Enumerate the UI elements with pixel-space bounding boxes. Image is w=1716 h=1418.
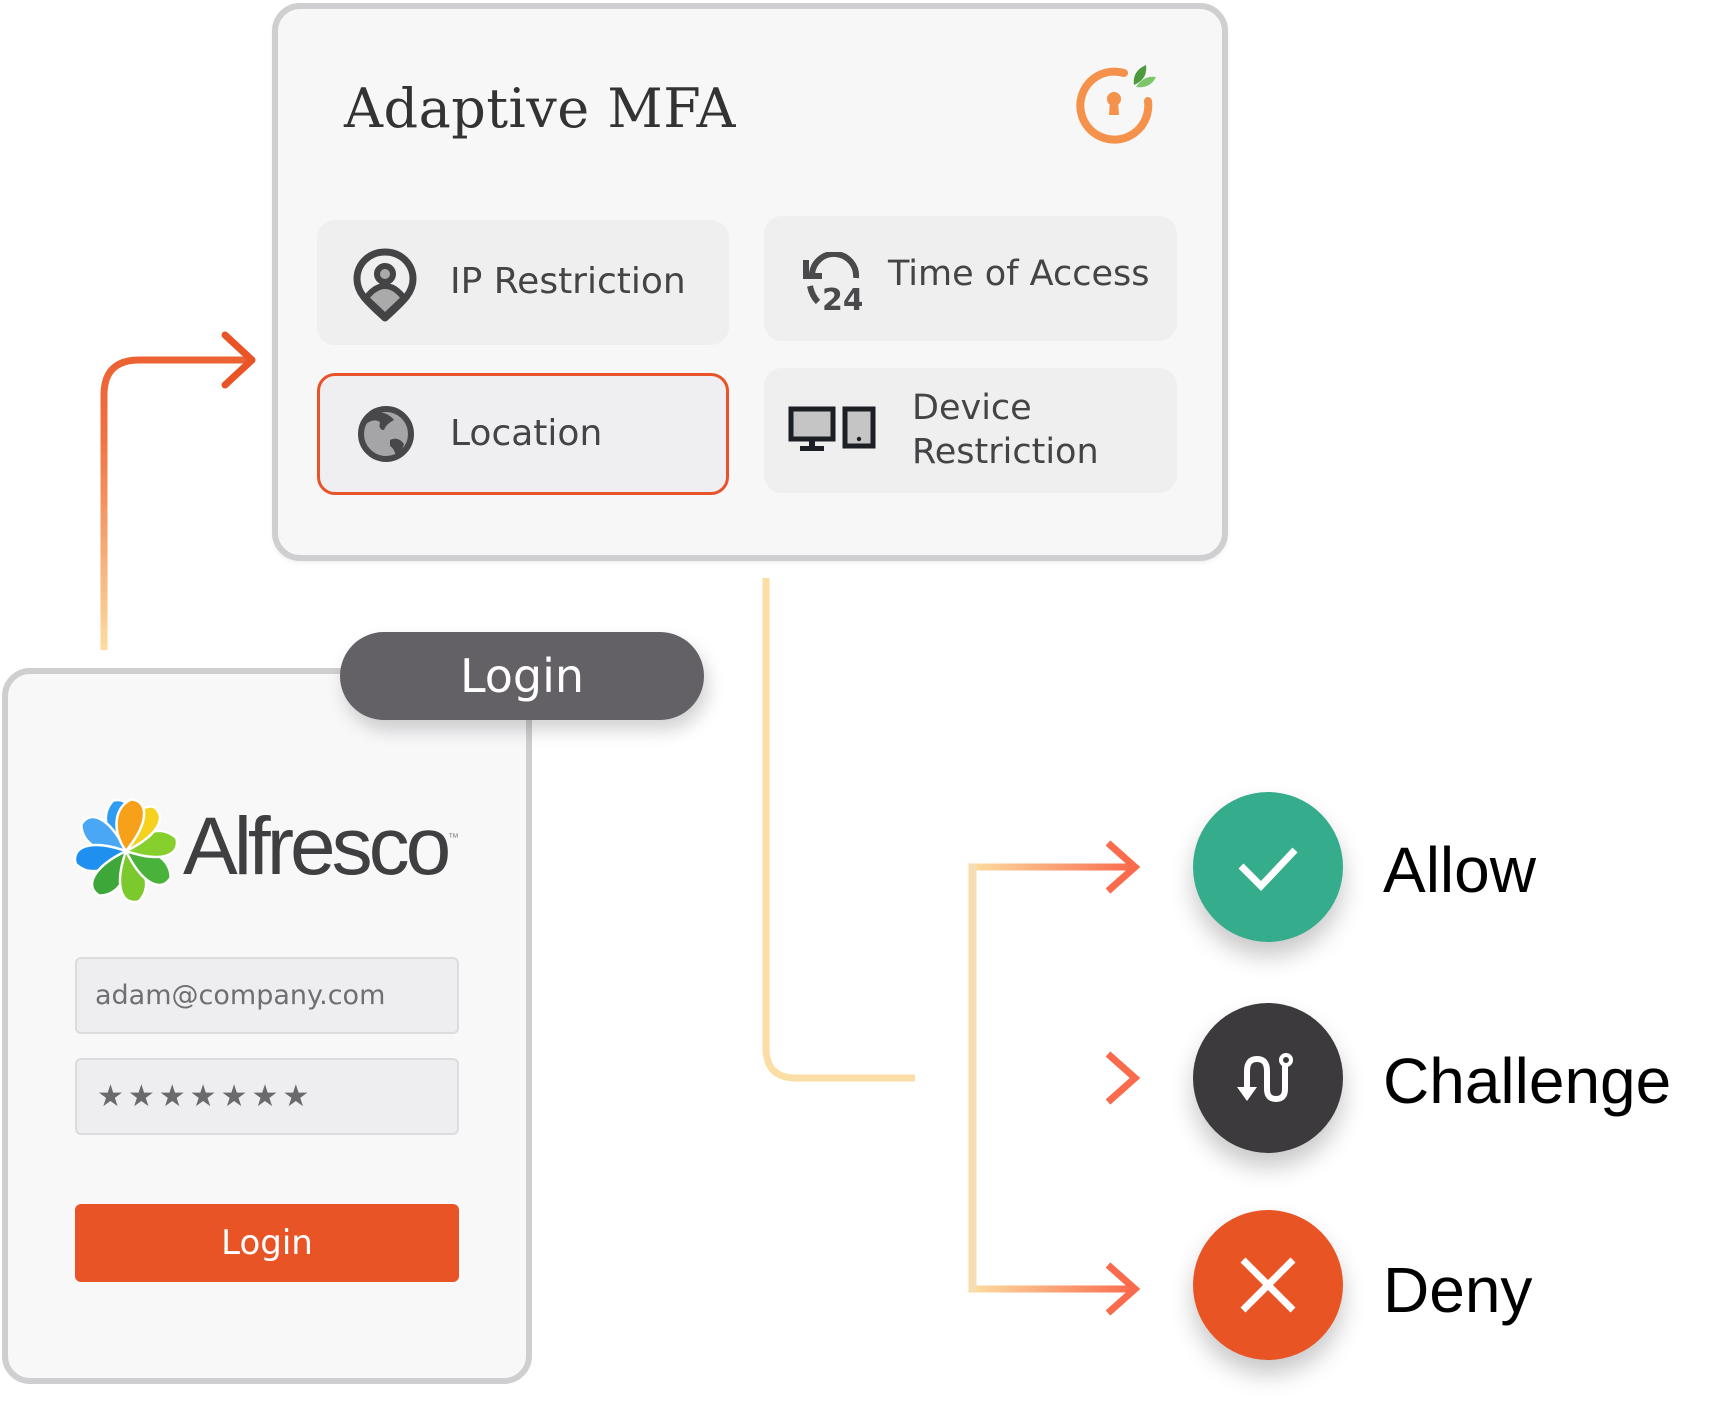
mfa-title: Adaptive MFA — [344, 77, 736, 140]
tile-device-restriction[interactable]: Device Restriction — [764, 368, 1177, 493]
connector-mfa-down — [762, 578, 915, 1082]
orange-keyhole-power-icon — [1076, 65, 1156, 144]
tile-label: IP Restriction — [450, 261, 686, 302]
clock-24-hours-icon: 24 — [803, 252, 862, 312]
alfresco-flower-logo-icon — [73, 798, 179, 904]
tile-label-line2: Restriction — [912, 432, 1099, 472]
login-badge: Login — [340, 632, 704, 720]
tile-label: Location — [450, 413, 603, 454]
globe-icon — [358, 406, 414, 462]
deny-badge — [1193, 1210, 1343, 1360]
close-icon — [1240, 1257, 1296, 1313]
allow-label: Allow — [1383, 834, 1536, 906]
tile-label: Time of Access — [888, 254, 1150, 294]
challenge-badge — [1193, 1003, 1343, 1153]
allow-badge — [1193, 792, 1343, 942]
monitor-tablet-icon — [788, 406, 876, 451]
tile-label-line1: Device — [912, 388, 1032, 428]
check-icon — [1238, 847, 1298, 892]
svg-text:24: 24 — [822, 283, 862, 312]
alfresco-wordmark: Alfresco — [183, 801, 451, 892]
route-icon — [1237, 1053, 1293, 1103]
user-location-pin-icon — [353, 248, 417, 322]
password-field[interactable]: ★★★★★★★ — [75, 1058, 459, 1135]
challenge-label: Challenge — [1383, 1045, 1672, 1117]
tile-label: Device Restriction — [912, 386, 1099, 474]
adaptive-mfa-card: Adaptive MFA IP Restriction 24 Time of A… — [272, 3, 1228, 561]
deny-label: Deny — [1383, 1254, 1533, 1326]
trademark-symbol: ™ — [448, 832, 459, 844]
email-field[interactable]: adam@company.com — [75, 957, 459, 1034]
tile-time-of-access[interactable]: 24 Time of Access — [764, 216, 1177, 341]
tile-location[interactable]: Location — [317, 373, 729, 495]
tile-ip-restriction[interactable]: IP Restriction — [317, 220, 729, 345]
connector-login-to-mfa — [100, 356, 250, 650]
login-button[interactable]: Login — [75, 1204, 459, 1282]
